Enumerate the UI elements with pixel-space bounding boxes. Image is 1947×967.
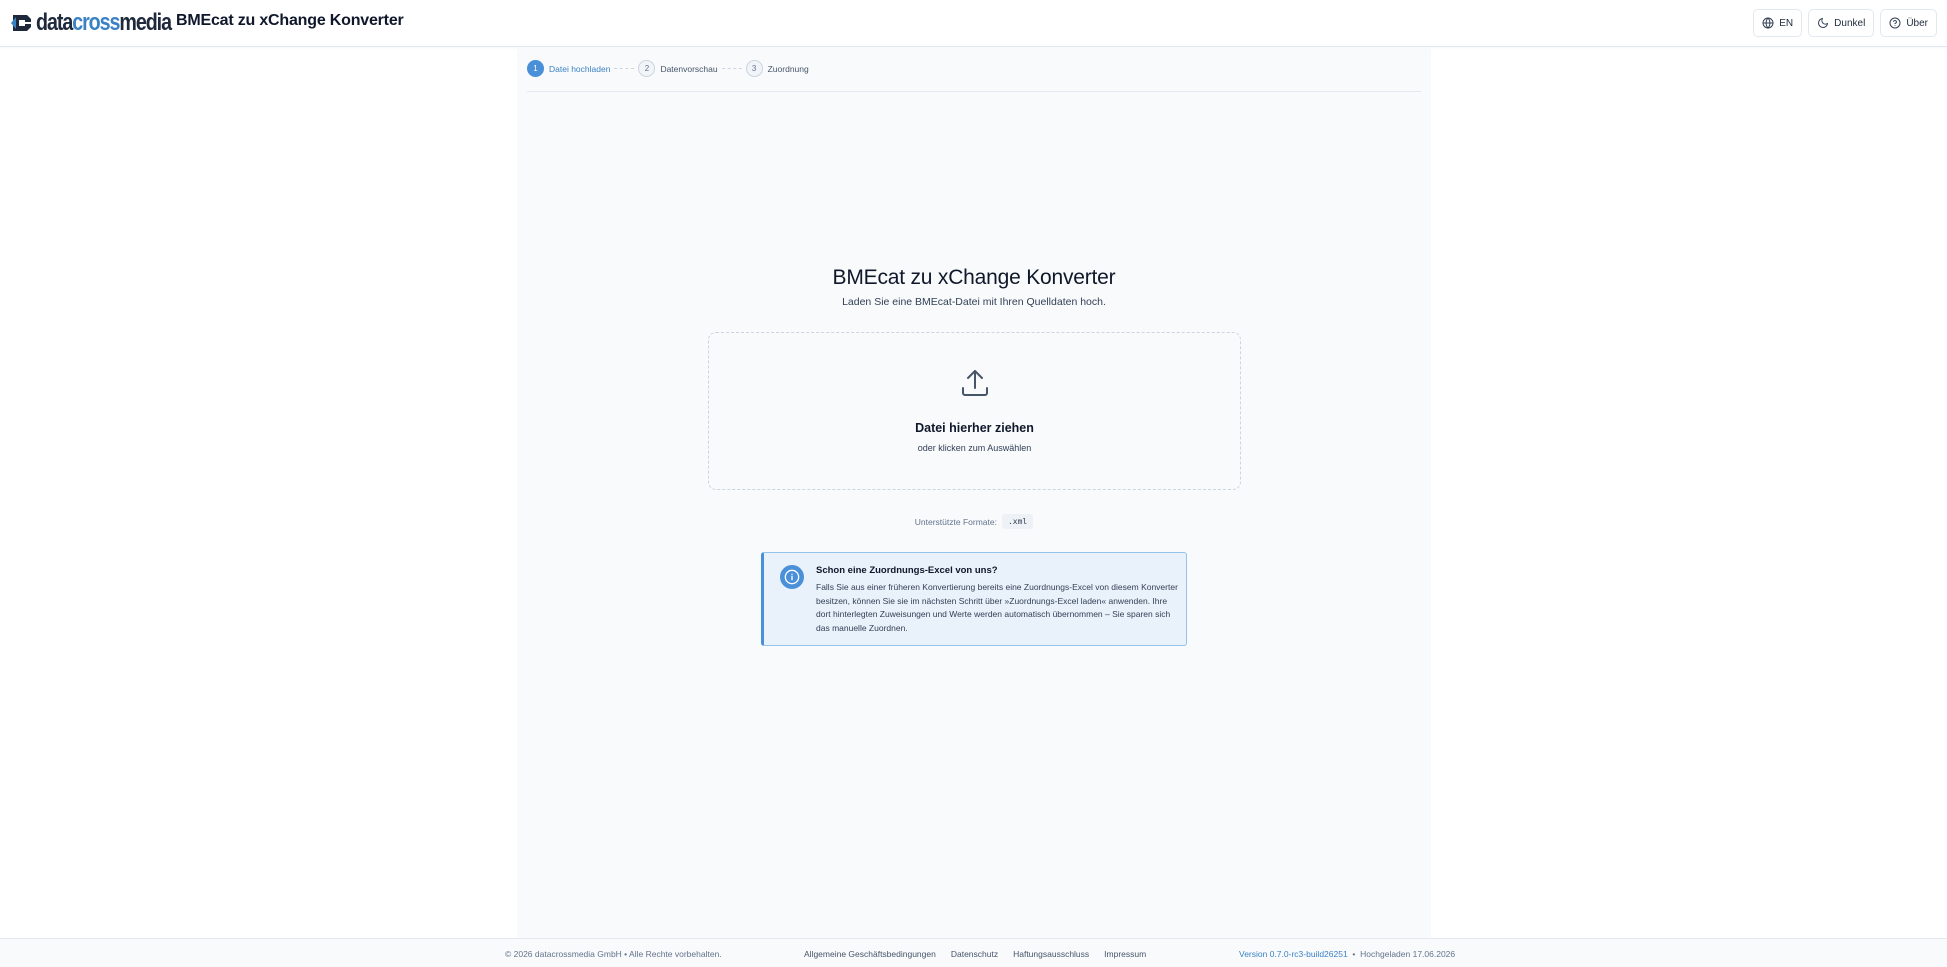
moon-icon: [1818, 18, 1829, 28]
brand-logo[interactable]: datacrossmedia: [10, 8, 201, 38]
globe-icon: [1762, 17, 1774, 29]
format-badge: .xml: [1001, 514, 1034, 529]
step-number: 1: [527, 60, 544, 77]
upload-date: Hochgeladen 17.06.2026: [1360, 949, 1456, 959]
dropzone-subtitle: oder klicken zum Auswählen: [917, 443, 1032, 453]
info-title: Schon eine Zuordnungs-Excel von uns?: [816, 565, 998, 576]
mapping-excel-info: Schon eine Zuordnungs-Excel von uns? Fal…: [761, 552, 1187, 646]
help-circle-icon: [1889, 17, 1901, 29]
about-label: Über: [1906, 17, 1928, 29]
info-icon: [780, 565, 804, 589]
app-header: datacrossmedia BMEcat zu xChange Konvert…: [0, 0, 1947, 47]
file-dropzone[interactable]: Datei hierher ziehen oder klicken zum Au…: [708, 332, 1241, 490]
step-label: Datenvorschau: [660, 63, 718, 74]
step-number: 2: [638, 60, 656, 77]
separator: •: [1352, 949, 1356, 959]
main-content: 1 Datei hochladen 2 Datenvorschau 3 Zuor…: [517, 48, 1431, 938]
version-info: Version 0.7.0-rc3-build26251 • Hochgelad…: [1239, 949, 1455, 959]
upload-icon: [962, 370, 988, 396]
page-subtitle: Laden Sie eine BMEcat-Datei mit Ihren Qu…: [842, 296, 1106, 308]
language-label: EN: [1779, 17, 1794, 29]
app-footer: © 2026 datacrossmedia GmbH • Alle Rechte…: [0, 938, 1947, 967]
logo-wordmark: datacrossmedia: [36, 9, 172, 36]
about-button[interactable]: Über: [1880, 9, 1937, 37]
supported-formats: Unterstützte Formate: .xml: [517, 514, 1431, 529]
step-preview[interactable]: 2 Datenvorschau: [638, 60, 718, 77]
footer-links: Allgemeine Geschäftsbedingungen Datensch…: [804, 949, 1146, 959]
page-title: BMEcat zu xChange Konverter: [832, 266, 1116, 289]
info-text: Falls Sie aus einer früheren Konvertieru…: [816, 582, 1178, 633]
formats-label: Unterstützte Formate:: [914, 516, 997, 527]
step-connector: [614, 68, 635, 69]
logo-c-icon: [11, 15, 31, 31]
version-link[interactable]: Version 0.7.0-rc3-build26251: [1239, 949, 1348, 959]
step-indicator: 1 Datei hochladen 2 Datenvorschau 3 Zuor…: [527, 58, 1421, 92]
footer-link-agb[interactable]: Allgemeine Geschäftsbedingungen: [804, 949, 936, 959]
language-button[interactable]: EN: [1753, 9, 1803, 37]
step-number: 3: [745, 60, 763, 77]
app-title: BMEcat zu xChange Konverter: [176, 12, 404, 29]
footer-link-privacy[interactable]: Datenschutz: [951, 949, 998, 959]
step-label: Zuordnung: [767, 63, 809, 74]
dropzone-title: Datei hierher ziehen: [915, 421, 1034, 435]
step-mapping[interactable]: 3 Zuordnung: [745, 60, 809, 77]
step-label: Datei hochladen: [549, 63, 611, 74]
header-actions: EN Dunkel Über: [1753, 9, 1937, 37]
dark-mode-label: Dunkel: [1834, 17, 1866, 29]
step-upload[interactable]: 1 Datei hochladen: [527, 60, 610, 77]
copyright: © 2026 datacrossmedia GmbH • Alle Rechte…: [505, 949, 722, 959]
step-connector: [721, 68, 742, 69]
footer-link-imprint[interactable]: Impressum: [1104, 949, 1146, 959]
footer-link-disclaimer[interactable]: Haftungsausschluss: [1013, 949, 1089, 959]
dark-mode-button[interactable]: Dunkel: [1808, 9, 1875, 37]
